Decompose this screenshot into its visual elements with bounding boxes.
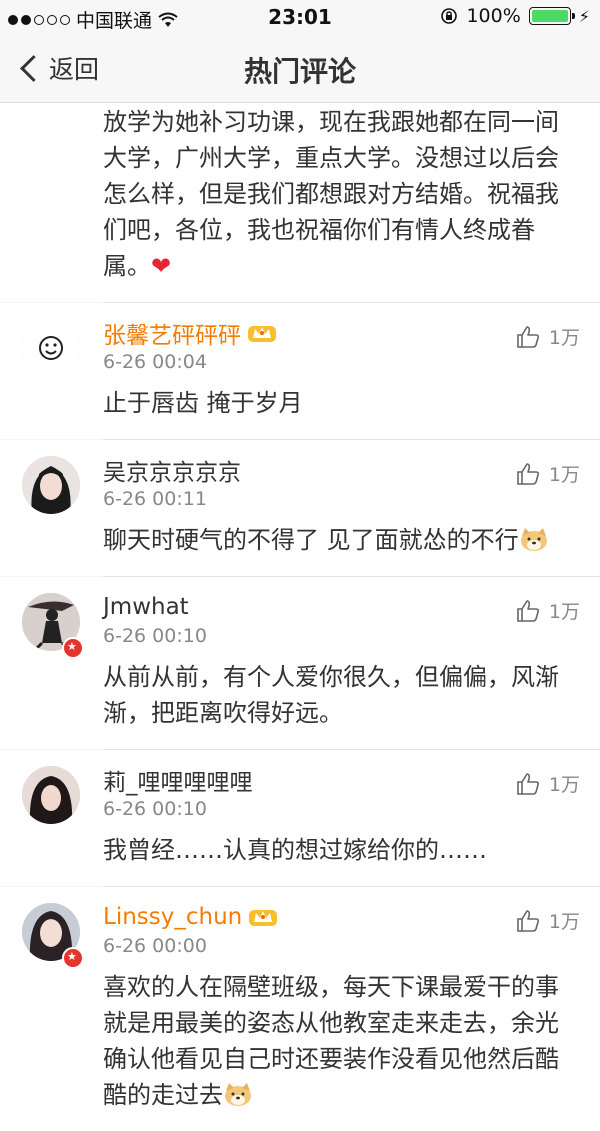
avatar[interactable]	[22, 766, 80, 824]
comment-text: 我曾经……认真的想过嫁给你的……	[103, 836, 487, 864]
comment-item: Jmwhat 6-26 00:10 从前从前，有个人爱你很久，但偏偏，风渐渐，把距离…	[0, 577, 600, 749]
verified-badge-icon	[62, 637, 84, 659]
status-bar: 中国联通 23:01 100% ⚡	[0, 0, 600, 36]
thumbs-up-icon	[517, 325, 539, 348]
battery-percent: 100%	[466, 5, 521, 27]
like-button[interactable]: 1万	[515, 770, 580, 797]
username[interactable]: 张馨艺砰砰砰	[103, 316, 241, 350]
like-button[interactable]: 1万	[515, 597, 580, 624]
thumbs-up-icon	[517, 599, 539, 622]
comment-item: 吴京京京京京 6-26 00:11 聊天时硬气的不得了 见了面就怂的不行 1万	[0, 440, 600, 576]
like-button[interactable]: 1万	[515, 907, 580, 934]
thumbs-up-icon	[517, 909, 539, 932]
username[interactable]: Jmwhat	[103, 594, 189, 620]
name-row: 莉_哩哩哩哩哩	[103, 764, 580, 796]
comment-date: 6-26 00:10	[103, 625, 207, 647]
vip-crown-icon	[248, 326, 276, 342]
avatar[interactable]	[22, 319, 80, 377]
comment-text-continued: 放学为她补习功课，现在我跟她都在同一间大学，广州大学，重点大学。没想过以后会怎么…	[0, 103, 600, 302]
username[interactable]: 吴京京京京京	[103, 453, 241, 487]
name-row: Linssy_chun	[103, 901, 580, 933]
like-count: 1万	[548, 774, 580, 796]
doge-emoji-icon	[520, 528, 547, 551]
doge-emoji-icon	[225, 1083, 251, 1106]
comment-date: 6-26 00:00	[103, 935, 207, 957]
comment-text: 聊天时硬气的不得了 见了面就怂的不行	[103, 522, 580, 558]
comment-item: Linssy_chun 6-26 00:00 喜欢的人在隔壁班级，每天下课最爱干的事…	[0, 887, 600, 1131]
name-row: 张馨艺砰砰砰	[103, 317, 580, 349]
charging-icon: ⚡	[578, 6, 590, 26]
like-count: 1万	[548, 601, 580, 623]
comment-item: 莉_哩哩哩哩哩 6-26 00:10 我曾经……认真的想过嫁给你的…… 1万	[0, 750, 600, 886]
like-count: 1万	[548, 911, 580, 933]
thumbs-up-icon	[517, 462, 539, 485]
battery-icon	[528, 7, 575, 25]
comment-text: 止于唇齿 掩于岁月	[103, 389, 303, 417]
username[interactable]: 莉_哩哩哩哩哩	[103, 763, 253, 797]
like-count: 1万	[548, 464, 580, 486]
comment-date: 6-26 00:10	[103, 798, 207, 820]
page-title: 热门评论	[243, 55, 356, 88]
like-count: 1万	[548, 327, 580, 349]
nav-bar: 返回 热门评论	[0, 36, 600, 103]
comment-text: 从前从前，有个人爱你很久，但偏偏，风渐渐，把距离吹得好远。	[103, 663, 559, 727]
avatar[interactable]	[22, 456, 80, 514]
comment-list: 放学为她补习功课，现在我跟她都在同一间大学，广州大学，重点大学。没想过以后会怎么…	[0, 103, 600, 1131]
heart-emoji-icon: ❤	[151, 252, 172, 280]
thumbs-up-icon	[517, 772, 539, 795]
name-row: 吴京京京京京	[103, 454, 580, 486]
username[interactable]: Linssy_chun	[103, 904, 242, 930]
comment-date: 6-26 00:04	[103, 351, 207, 373]
comment-text: 喜欢的人在隔壁班级，每天下课最爱干的事就是用最美的姿态从他教室走来走去，余光确认…	[103, 973, 559, 1109]
status-right: 100% ⚡	[440, 5, 590, 27]
comment-item: 张馨艺砰砰砰 6-26 00:04 止于唇齿 掩于岁月 1万	[0, 303, 600, 439]
like-button[interactable]: 1万	[515, 460, 580, 487]
like-button[interactable]: 1万	[515, 323, 580, 350]
orientation-lock-icon	[441, 8, 458, 24]
verified-badge-icon	[62, 947, 84, 969]
comment-date: 6-26 00:11	[103, 488, 207, 510]
vip-crown-icon	[249, 910, 278, 926]
name-row: Jmwhat	[103, 591, 580, 623]
